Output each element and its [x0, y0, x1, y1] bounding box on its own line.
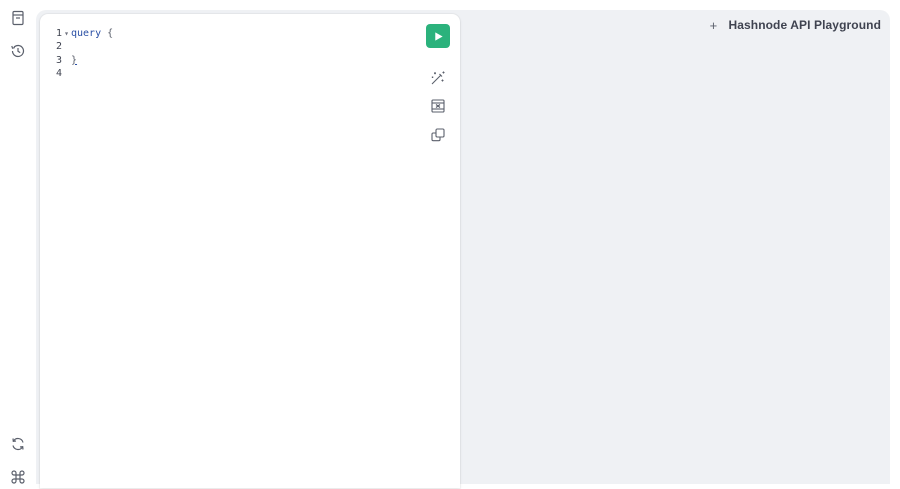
add-tab-button[interactable]: + — [706, 18, 720, 33]
code-line: 2 — [54, 40, 113, 53]
copy-query-button[interactable] — [426, 123, 450, 147]
docs-button[interactable] — [6, 6, 30, 30]
magic-wand-icon — [431, 71, 445, 85]
sidebar — [0, 0, 36, 484]
run-query-button[interactable] — [426, 24, 450, 48]
code-line: 4 — [54, 67, 113, 80]
main-area: 1 ▾ query { 2 3 } 4 + Hashnode API Playg… — [36, 10, 890, 488]
history-button[interactable] — [6, 39, 30, 63]
keyword-token: query — [71, 28, 102, 39]
code-text: { — [101, 28, 114, 39]
code-line: 1 ▾ query { — [54, 27, 113, 40]
query-editor[interactable]: 1 ▾ query { 2 3 } 4 — [54, 27, 113, 80]
fold-toggle-icon[interactable]: ▾ — [62, 27, 71, 40]
fold-gutter — [62, 54, 71, 67]
line-number: 2 — [55, 41, 62, 53]
merge-fragments-button[interactable] — [426, 94, 450, 118]
query-editor-panel: 1 ▾ query { 2 3 } 4 — [40, 14, 460, 488]
session-header: + Hashnode API Playground — [706, 14, 881, 36]
line-number: 1 — [55, 28, 62, 39]
merge-fragments-icon — [431, 99, 445, 113]
shortcuts-icon — [11, 470, 25, 484]
line-number: 4 — [55, 67, 62, 79]
play-icon — [434, 31, 443, 41]
copy-icon — [431, 128, 445, 142]
code-text: } — [71, 54, 78, 66]
docs-icon — [12, 10, 24, 26]
prettify-button[interactable] — [426, 66, 450, 90]
shortcuts-button[interactable] — [6, 465, 30, 489]
code-line: 3 } — [54, 54, 113, 67]
fold-gutter — [62, 40, 71, 53]
refetch-schema-icon — [12, 437, 24, 451]
refetch-schema-button[interactable] — [6, 432, 30, 456]
session-title: Hashnode API Playground — [728, 18, 881, 32]
history-icon — [11, 44, 25, 58]
line-number: 3 — [55, 54, 62, 66]
fold-gutter — [62, 67, 71, 80]
